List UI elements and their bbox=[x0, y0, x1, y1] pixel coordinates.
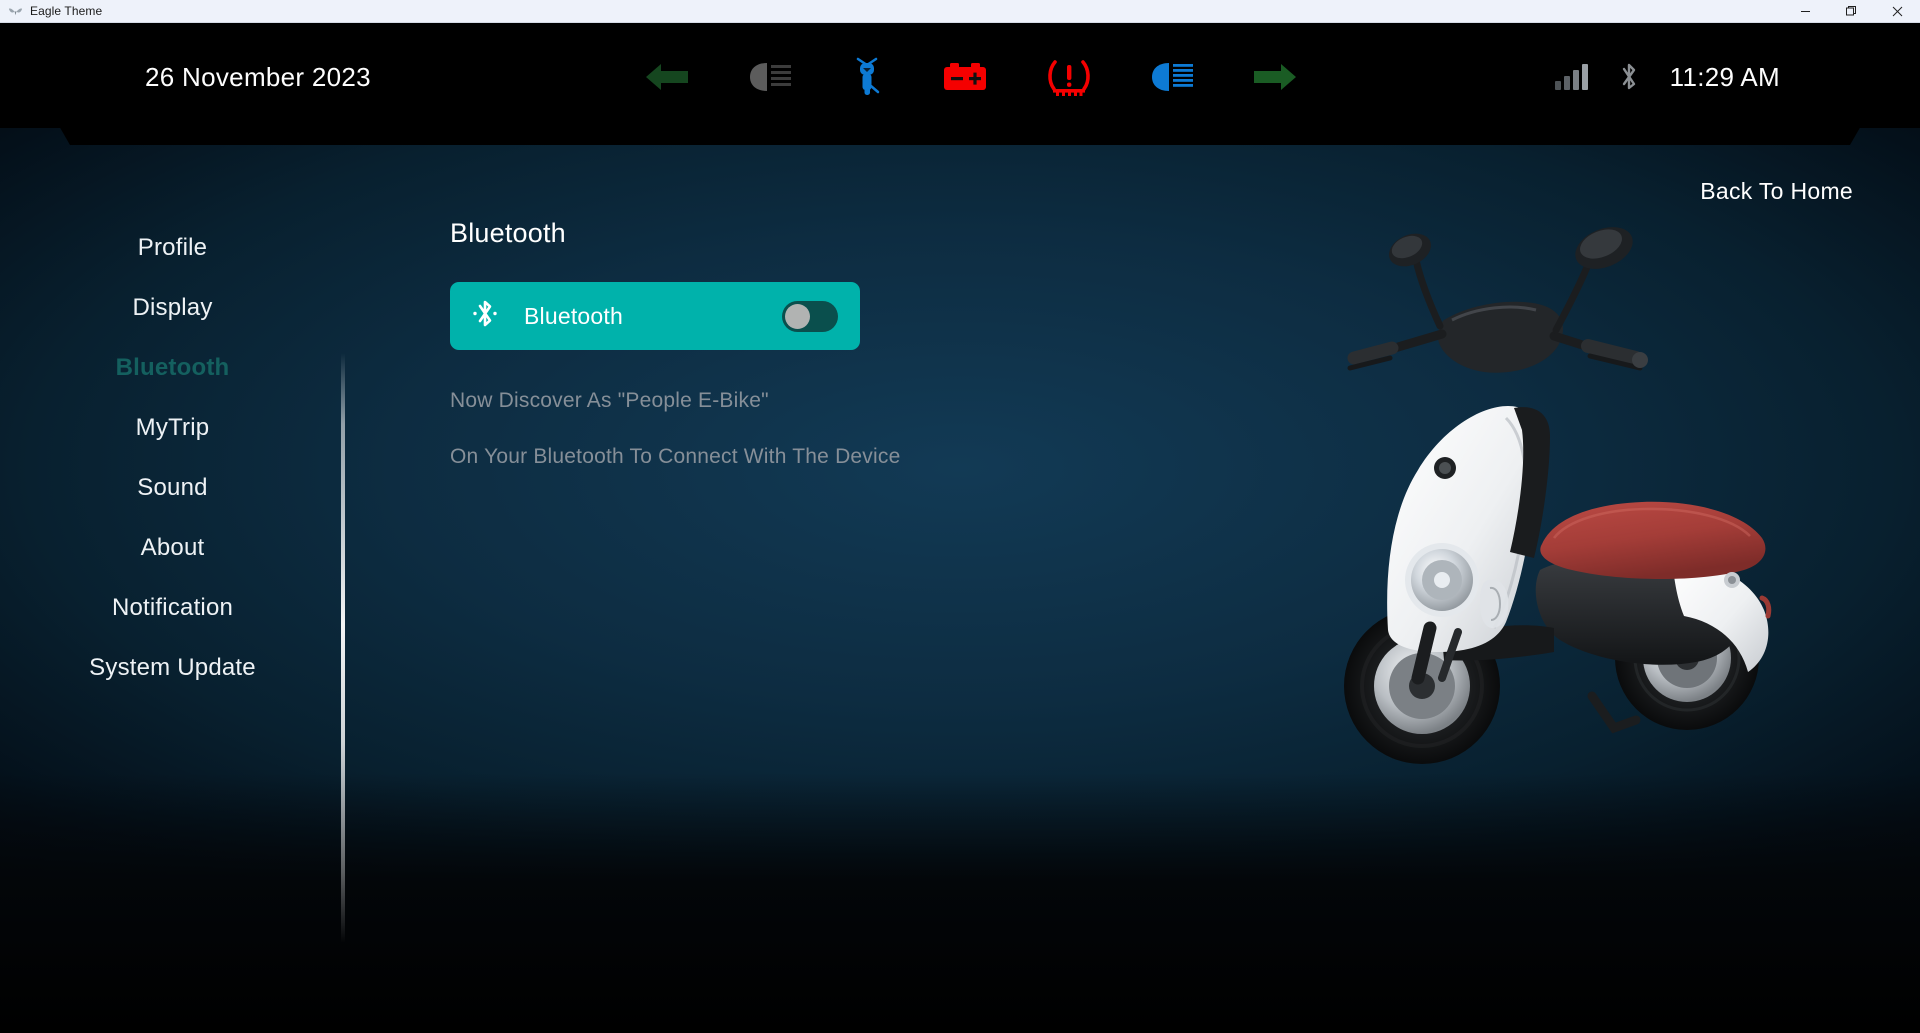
settings-sidebar: Profile Display Bluetooth MyTrip Sound A… bbox=[0, 218, 345, 698]
right-turn-signal-icon bbox=[1252, 60, 1298, 94]
eagle-logo-icon bbox=[7, 3, 23, 19]
left-turn-signal-icon bbox=[644, 60, 690, 94]
sidebar-item-mytrip[interactable]: MyTrip bbox=[0, 398, 345, 458]
scooter-icon bbox=[850, 56, 884, 98]
sidebar-item-profile[interactable]: Profile bbox=[0, 218, 345, 278]
discovery-name-hint: Now Discover As "People E-Bike" bbox=[450, 389, 769, 412]
status-bar-time: 11:29 AM bbox=[1669, 61, 1780, 92]
bluetooth-icon bbox=[472, 297, 498, 336]
window-controls bbox=[1782, 0, 1920, 22]
vehicle-status-bar: 26 November 2023 11:29 AM bbox=[0, 23, 1920, 145]
sidebar-item-about[interactable]: About bbox=[0, 518, 345, 578]
sidebar-divider bbox=[341, 353, 345, 943]
close-button[interactable] bbox=[1874, 0, 1920, 22]
toggle-knob bbox=[785, 303, 810, 329]
high-beam-icon bbox=[1149, 60, 1195, 94]
status-bar-right: 11:29 AM bbox=[1554, 61, 1780, 93]
app-root: 26 November 2023 11:29 AM Back To Home P… bbox=[0, 23, 1920, 1033]
connect-instruction-hint: On Your Bluetooth To Connect With The De… bbox=[450, 445, 901, 468]
status-bar-date: 26 November 2023 bbox=[145, 61, 371, 92]
bluetooth-toggle-card[interactable]: Bluetooth bbox=[450, 282, 860, 350]
tire-pressure-warning-icon bbox=[1046, 57, 1092, 97]
indicator-cluster bbox=[387, 56, 1555, 98]
bluetooth-settings-panel: Bluetooth Bluetooth Now Discover As "Peo… bbox=[450, 218, 900, 469]
sidebar-item-bluetooth[interactable]: Bluetooth bbox=[0, 338, 345, 398]
sidebar-item-sound[interactable]: Sound bbox=[0, 458, 345, 518]
signal-bars-icon bbox=[1554, 64, 1588, 90]
page-title: Bluetooth bbox=[450, 218, 566, 248]
maximize-button[interactable] bbox=[1828, 0, 1874, 22]
battery-warning-icon bbox=[941, 61, 989, 93]
low-beam-icon bbox=[747, 60, 793, 94]
sidebar-item-system-update[interactable]: System Update bbox=[0, 638, 345, 698]
bluetooth-toggle-switch[interactable] bbox=[782, 300, 838, 332]
window-titlebar: Eagle Theme bbox=[0, 0, 1920, 23]
electric-scooter-image bbox=[1292, 208, 1812, 788]
sidebar-item-notification[interactable]: Notification bbox=[0, 578, 345, 638]
window-title: Eagle Theme bbox=[30, 4, 103, 18]
sidebar-item-display[interactable]: Display bbox=[0, 278, 345, 338]
bluetooth-card-label: Bluetooth bbox=[524, 302, 623, 329]
minimize-button[interactable] bbox=[1782, 0, 1828, 22]
bluetooth-icon bbox=[1618, 61, 1640, 93]
back-to-home-link[interactable]: Back To Home bbox=[1700, 178, 1853, 205]
